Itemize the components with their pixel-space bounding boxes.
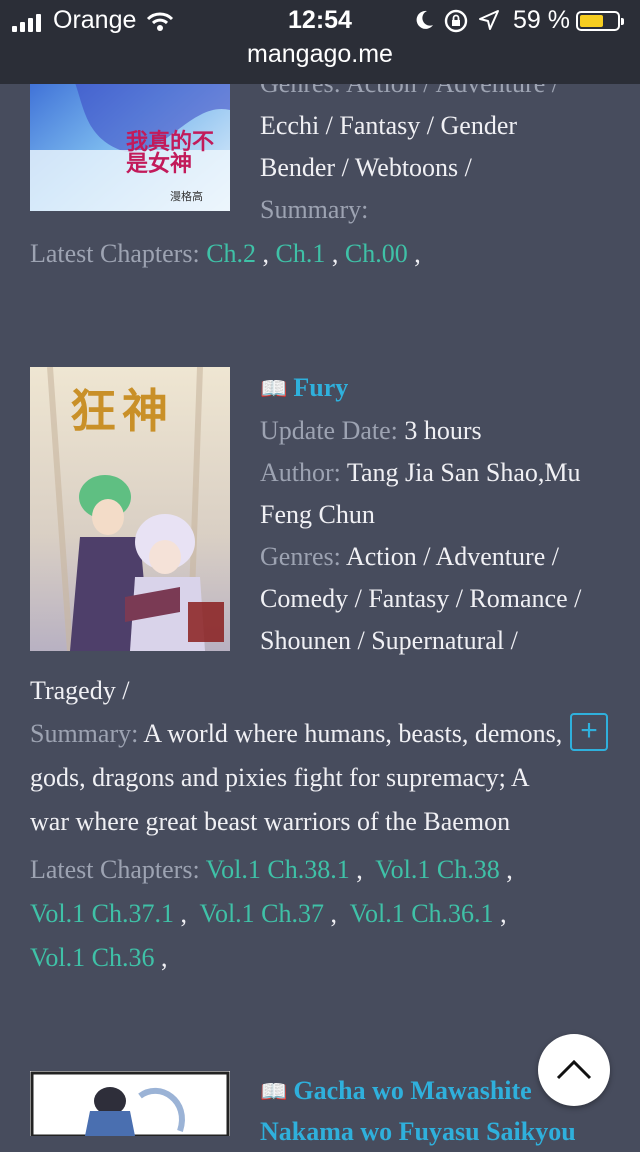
rotation-lock-icon [444, 9, 468, 40]
book-icon: 📖 [260, 376, 288, 401]
chapter-link[interactable]: Vol.1 Ch.38 [375, 855, 500, 884]
genres-line: Shounen / Supernatural / [260, 626, 518, 655]
manga-info: Genres: Action / Adventure / Ecchi / Fan… [260, 63, 620, 231]
manga-title[interactable]: Nakama wo Fuyasu Saikyou [260, 1112, 620, 1152]
location-icon [478, 9, 500, 38]
moon-icon [413, 9, 435, 38]
author-line: Feng Chun [260, 500, 375, 529]
chapter-link[interactable]: Vol.1 Ch.37 [200, 899, 325, 928]
author-line: Author: Tang Jia San Shao,Mu [260, 458, 581, 487]
latest-chapters: Latest Chapters: Ch.2 , Ch.1 , Ch.00 , [30, 239, 421, 268]
genres-line: Tragedy / [30, 676, 130, 705]
genres-line: Bender / Webtoons / [260, 153, 472, 182]
chapter-link[interactable]: Vol.1 Ch.37.1 [30, 899, 174, 928]
chapter-link[interactable]: Ch.00 [345, 239, 408, 268]
manga-cover[interactable] [30, 1071, 230, 1136]
summary-label: Summary: [260, 195, 369, 224]
manga-cover[interactable]: 狂神 [30, 367, 230, 651]
battery-icon [576, 11, 624, 31]
scroll-to-top-button[interactable] [538, 1034, 610, 1106]
summary: Summary: A world where humans, beasts, d… [30, 719, 563, 836]
battery-percent: 59 % [513, 6, 570, 34]
chapter-link[interactable]: Vol.1 Ch.38.1 [206, 855, 350, 884]
status-bar: Orange 12:54 59 % mangago.me [0, 0, 640, 84]
cover-title-text: 我真的不是女神 [126, 130, 215, 177]
chapter-link[interactable]: Vol.1 Ch.36.1 [350, 899, 494, 928]
genres-line: Comedy / Fantasy / Romance / [260, 584, 582, 613]
manga-info: 📖 Fury Update Date: 3 hours Author: Tang … [260, 367, 620, 662]
manga-title[interactable]: 📖 Fury [260, 367, 620, 410]
chapter-link[interactable]: Ch.2 [206, 239, 256, 268]
chapter-link[interactable]: Vol.1 Ch.36 [30, 943, 155, 972]
chapter-link[interactable]: Ch.1 [276, 239, 326, 268]
genres-line: Ecchi / Fantasy / Gender [260, 111, 518, 140]
add-bookmark-button[interactable]: + [570, 713, 608, 751]
cover-subtitle-text: 漫格高 [170, 190, 203, 203]
cover-title-text: 狂神 [70, 384, 174, 438]
latest-chapters: Latest Chapters: Vol.1 Ch.38.1 , Vol.1 C… [30, 855, 513, 972]
book-icon: 📖 [260, 1079, 288, 1104]
update-date: Update Date: 3 hours [260, 416, 482, 445]
chevron-up-icon [556, 1059, 592, 1080]
genres-line: Genres: Action / Adventure / [260, 542, 559, 571]
url-bar[interactable]: mangago.me [0, 40, 640, 69]
